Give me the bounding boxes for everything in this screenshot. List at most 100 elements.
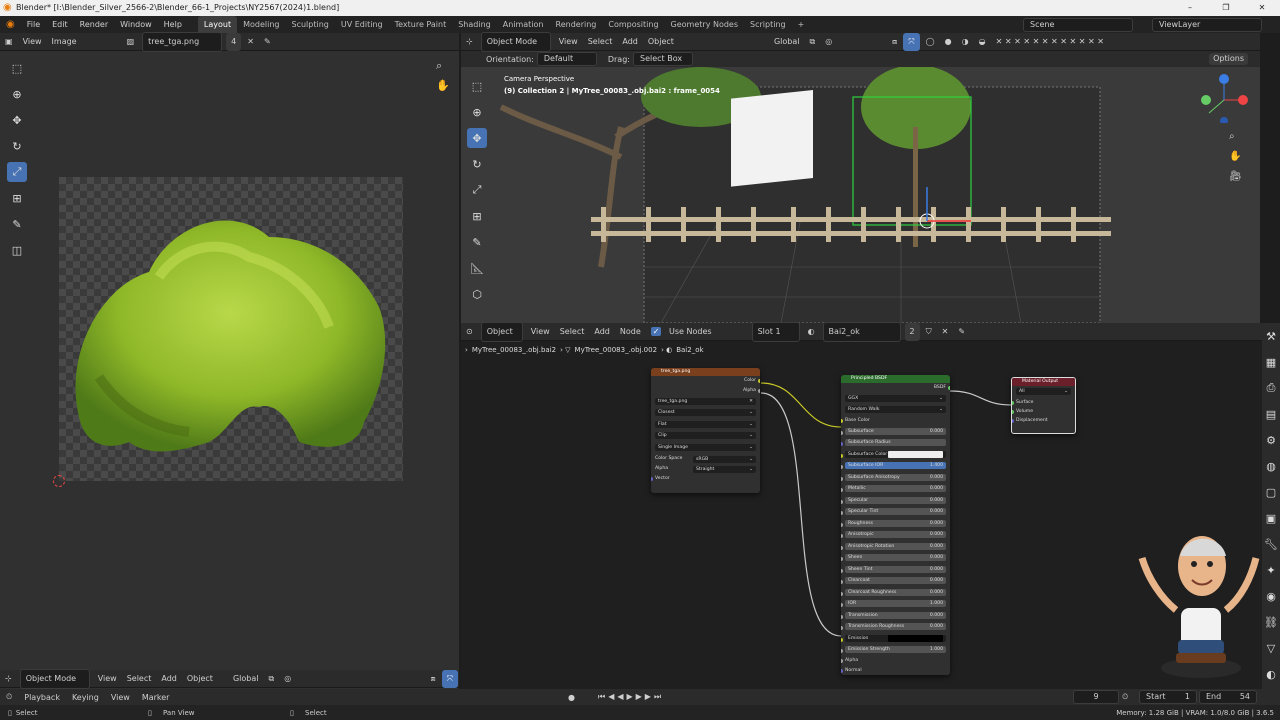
viewport-view-menu[interactable]: View [554, 33, 583, 51]
options-dropdown[interactable]: Options [1209, 53, 1248, 65]
maximize-button[interactable]: ❐ [1208, 0, 1244, 16]
input-socket-icon[interactable] [841, 545, 843, 550]
keying-menu[interactable]: Keying [66, 693, 105, 702]
bottom-proportional-icon[interactable]: ◎ [279, 670, 296, 688]
overlay-icon[interactable]: ⧈ [887, 33, 902, 51]
bsdf-input-row[interactable]: Emission Strength 1.000 [841, 646, 950, 656]
current-frame-field[interactable]: 9 [1073, 690, 1119, 704]
bsdf-input-row[interactable]: Clearcoat Roughness 0.000 [841, 588, 950, 599]
viewport-object-menu[interactable]: Object [643, 33, 679, 51]
bsdf-input-row[interactable]: Subsurface Anisotropy 0.000 [841, 473, 950, 484]
menu-render[interactable]: Render [74, 16, 114, 33]
physics-properties-icon[interactable]: ◉ [1261, 586, 1280, 606]
tab-geometry-nodes[interactable]: Geometry Nodes [665, 16, 744, 33]
vp-pan-icon[interactable]: ✋ [1229, 151, 1241, 162]
bsdf-input-row[interactable]: Roughness 0.000 [841, 519, 950, 530]
viewport-type-icon[interactable]: ⊹ [461, 33, 478, 51]
bottom-transform-dropdown[interactable]: Global [228, 670, 264, 688]
orientation-dropdown[interactable]: Default [536, 52, 597, 66]
vp-camera-icon[interactable]: 🎥︎ [1229, 171, 1242, 182]
viewport-transform-dropdown[interactable]: Global [769, 33, 805, 51]
bottom-overlay-icon[interactable]: ⧈ [426, 670, 441, 688]
shading-wire-icon[interactable]: ◯ [921, 33, 940, 51]
interpolation-dropdown[interactable]: Closest ⌄ [651, 409, 760, 419]
input-socket-icon[interactable] [841, 603, 843, 607]
select-tool-icon[interactable]: ⬚ [7, 58, 27, 78]
material-properties-icon[interactable]: ◐ [1261, 664, 1280, 684]
add-workspace-button[interactable]: + [792, 16, 811, 33]
bsdf-input-row[interactable]: Anisotropic 0.000 [841, 531, 950, 541]
end-frame-field[interactable]: End 54 [1199, 690, 1257, 704]
rotate-tool-icon[interactable]: ↻ [7, 136, 27, 156]
view-layer-selector[interactable]: ViewLayer [1152, 18, 1262, 32]
bsdf-input-row[interactable]: Clearcoat 0.000 [841, 577, 950, 587]
image-canvas[interactable] [59, 177, 403, 481]
input-socket-icon[interactable] [841, 649, 843, 653]
snap-icon[interactable]: ⧉ [804, 33, 820, 51]
menu-help[interactable]: Help [158, 16, 188, 33]
tool-properties-icon[interactable]: ⚒ [1261, 326, 1280, 346]
modifier-properties-icon[interactable]: 🔧︎ [1261, 534, 1280, 554]
input-socket-icon[interactable] [841, 488, 843, 492]
viewport-mode-dropdown[interactable]: Object Mode [480, 31, 551, 52]
bottom-object-menu[interactable]: Object [182, 670, 218, 688]
output-properties-icon[interactable]: ⎙ [1261, 378, 1280, 398]
bsdf-input-row[interactable]: Emission [841, 634, 950, 645]
bottom-view-menu[interactable]: View [93, 670, 122, 688]
subsurface-method-dropdown[interactable]: Random Walk ⌄ [841, 406, 950, 416]
viewport-scene[interactable] [461, 67, 1260, 323]
record-button-icon[interactable]: ● [568, 693, 575, 702]
timeline-type-icon[interactable]: ⏲ [0, 692, 18, 702]
bottom-mode-dropdown[interactable]: Object Mode [19, 668, 90, 689]
bsdf-input-row[interactable]: Sheen Tint 0.000 [841, 565, 950, 576]
viewport-add-menu[interactable]: Add [617, 33, 643, 51]
tab-compositing[interactable]: Compositing [602, 16, 664, 33]
tab-shading[interactable]: Shading [452, 16, 497, 33]
viewport-select-menu[interactable]: Select [583, 33, 618, 51]
input-socket-icon[interactable] [841, 557, 843, 561]
vector-socket-icon[interactable] [651, 476, 653, 481]
input-socket-icon[interactable] [841, 476, 843, 481]
render-properties-icon[interactable]: ▦ [1261, 352, 1280, 372]
projection-dropdown[interactable]: Flat ⌄ [651, 420, 760, 431]
image-browse-icon[interactable]: ▨ [122, 33, 140, 51]
bottom-gizmo-icon[interactable]: ⤧ [441, 669, 458, 688]
vp-annotate-tool-icon[interactable]: ✎ [467, 232, 487, 252]
input-socket-icon[interactable] [841, 442, 843, 446]
image-close-icon[interactable]: ✕ [242, 33, 259, 51]
subsurface-color-swatch[interactable] [888, 450, 943, 458]
gizmo-toggle-icon[interactable]: ⤧ [903, 32, 920, 51]
bottom-select-menu[interactable]: Select [122, 670, 157, 688]
timeline-view-menu[interactable]: View [105, 693, 136, 702]
shading-material-icon[interactable]: ◑ [957, 33, 974, 51]
move-tool-icon[interactable]: ✥ [7, 110, 27, 130]
constraint-properties-icon[interactable]: ⛓ [1261, 612, 1280, 632]
input-socket-icon[interactable] [841, 637, 843, 642]
start-frame-field[interactable]: Start 1 [1139, 690, 1197, 704]
vp-add-cube-icon[interactable]: ⬡ [467, 284, 487, 304]
volume-socket-icon[interactable] [1012, 409, 1014, 414]
principled-bsdf-node[interactable]: Principled BSDF BSDF GGX ⌄ Random Walk ⌄ B… [841, 375, 950, 675]
input-socket-icon[interactable] [841, 591, 843, 596]
tab-sculpting[interactable]: Sculpting [286, 16, 335, 33]
scene-selector[interactable]: Scene [1023, 18, 1133, 32]
menu-edit[interactable]: Edit [46, 16, 74, 33]
bsdf-input-row[interactable]: Metallic 0.000 [841, 485, 950, 495]
pin-icon[interactable]: ✎ [259, 33, 276, 51]
bsdf-input-row[interactable]: Subsurface 0.000 [841, 427, 950, 438]
data-properties-icon[interactable]: ▽ [1261, 638, 1280, 658]
material-output-node[interactable]: Material Output All ⌄ Surface Volume Disp… [1011, 377, 1076, 434]
tab-modeling[interactable]: Modeling [237, 16, 285, 33]
emission-color-swatch[interactable] [888, 634, 943, 642]
bsdf-input-row[interactable]: Subsurface Color [841, 450, 950, 461]
extension-dropdown[interactable]: Clip ⌄ [651, 432, 760, 442]
image-view-menu[interactable]: View [18, 33, 47, 51]
input-socket-icon[interactable] [841, 465, 843, 469]
world-properties-icon[interactable]: ◍ [1261, 456, 1280, 476]
surface-socket-icon[interactable] [1012, 400, 1014, 405]
editor-type-icon[interactable]: ▣ [0, 33, 18, 51]
visibility-icons[interactable]: ✕ ✕ ✕ ✕ ✕ ✕ ✕ ✕ ✕ ✕ ✕ ✕ [991, 33, 1109, 51]
bsdf-input-row[interactable]: Transmission 0.000 [841, 611, 950, 622]
image-image-menu[interactable]: Image [47, 33, 82, 51]
menu-file[interactable]: File [21, 16, 46, 33]
